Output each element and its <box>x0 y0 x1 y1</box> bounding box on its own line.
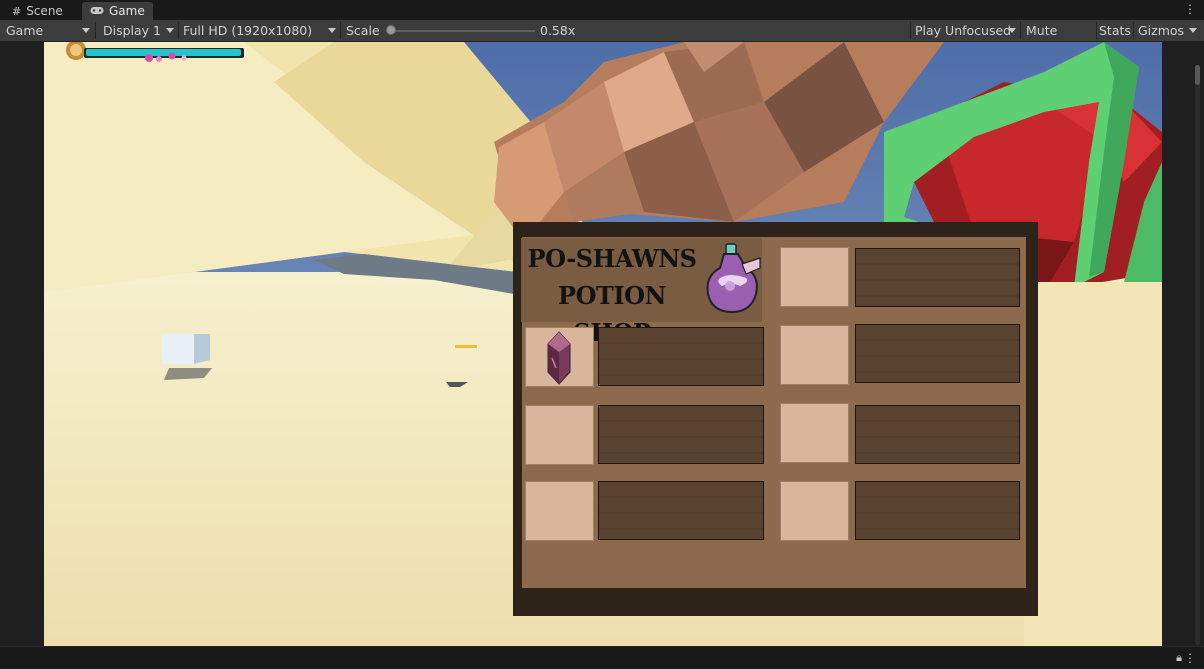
gizmos-dropdown[interactable]: Gizmos <box>1132 20 1204 41</box>
play-focus-label: Play Unfocused <box>915 23 1012 38</box>
potion-bottle-icon <box>706 243 761 314</box>
status-bar: 🔒︎ ⋮ <box>0 646 1204 669</box>
shop-item-plank-7[interactable] <box>855 481 1020 540</box>
gizmos-label: Gizmos <box>1138 23 1185 38</box>
shop-item-plank-1[interactable] <box>598 327 764 386</box>
shop-slot-1[interactable] <box>525 327 594 387</box>
scale-slider-track[interactable] <box>390 30 535 32</box>
shop-slot-7[interactable] <box>780 481 849 541</box>
shop-slot-4[interactable] <box>780 247 849 307</box>
chevron-down-icon <box>166 28 174 33</box>
tab-scene[interactable]: # Scene <box>4 2 71 20</box>
scale-label: Scale <box>346 23 380 38</box>
shop-item-plank-4[interactable] <box>855 248 1020 307</box>
display-dropdown[interactable]: Display 1 <box>97 20 177 41</box>
resolution-label: Full HD (1920x1080) <box>183 23 313 38</box>
shop-item-plank-2[interactable] <box>598 405 764 464</box>
mode-label: Game <box>6 23 44 38</box>
shop-slot-6[interactable] <box>780 403 849 463</box>
game-toolbar: Game Display 1 Full HD (1920x1080) Scale… <box>0 20 1204 59</box>
white-cube <box>162 334 194 364</box>
lock-icon[interactable]: 🔒︎ <box>1176 651 1182 665</box>
resolution-dropdown[interactable]: Full HD (1920x1080) <box>177 20 339 41</box>
viewport-scrollbar-thumb[interactable] <box>1195 65 1200 85</box>
tab-menu-icon[interactable]: ⋮ <box>1184 2 1196 16</box>
shop-item-plank-6[interactable] <box>855 405 1020 464</box>
status-menu-icon[interactable]: ⋮ <box>1184 651 1196 665</box>
crystal-icon <box>547 331 571 385</box>
tab-game[interactable]: Game <box>82 2 153 20</box>
chevron-down-icon <box>328 28 336 33</box>
shop-slot-5[interactable] <box>780 325 849 385</box>
scale-slider-thumb[interactable] <box>386 25 396 35</box>
display-label: Display 1 <box>103 23 162 38</box>
grid-icon: # <box>12 5 22 18</box>
shop-slot-3[interactable] <box>525 481 594 541</box>
chevron-down-icon <box>82 28 90 33</box>
shop-item-plank-3[interactable] <box>598 481 764 540</box>
mute-audio-button[interactable]: Mute Audio <box>1020 20 1096 59</box>
health-bar-fill <box>86 49 241 56</box>
chevron-down-icon <box>1008 28 1016 33</box>
shop-item-plank-5[interactable] <box>855 324 1020 383</box>
editor-tab-bar: # Scene Game ⋮ <box>0 0 1204 21</box>
chevron-down-icon <box>1189 28 1197 33</box>
shop-slot-2[interactable] <box>525 405 594 465</box>
gold-item <box>455 345 477 348</box>
scale-value: 0.58x <box>540 23 576 38</box>
play-focus-dropdown[interactable]: Play Unfocused <box>909 20 1019 41</box>
viewport-scrollbar[interactable] <box>1195 65 1200 645</box>
tab-scene-label: Scene <box>26 4 63 18</box>
stats-button[interactable]: Stats <box>1093 20 1133 41</box>
shop-title-line1: PO-SHAWNS <box>527 244 697 273</box>
gamepad-icon <box>90 3 104 21</box>
mode-dropdown[interactable]: Game <box>0 20 94 41</box>
tab-game-label: Game <box>109 4 145 18</box>
